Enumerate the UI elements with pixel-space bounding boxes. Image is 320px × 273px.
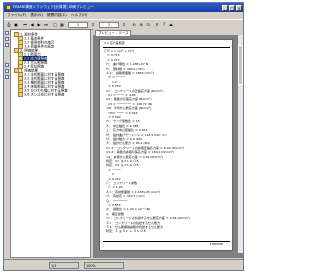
page-spin-icon[interactable]: ⇕ <box>90 22 96 28</box>
zoom-spin-icon[interactable]: ⇕ <box>121 22 127 28</box>
prev-page-icon[interactable]: ◀ <box>29 22 35 28</box>
select-all-icon[interactable] <box>5 43 9 47</box>
fit-page-icon[interactable]: ⊡ <box>145 22 151 28</box>
zoom-out-icon[interactable]: ⊖ <box>131 22 137 28</box>
status-bar: 1/1 100% <box>4 259 243 270</box>
last-page-icon[interactable]: ⏭ <box>43 22 49 28</box>
preview-pane: プレビュー - ソース 3.2 応力度照査 ＣＲ σ = √(σ² + 3τ²)… <box>93 29 243 258</box>
tree-node[interactable]: 3.6 ズレ止めに対する照査 <box>18 92 64 97</box>
menu-help[interactable]: ヘルプ(H) <box>71 13 87 17</box>
zoom-in-icon[interactable]: ⊕ <box>138 22 144 28</box>
minimize-button[interactable]: _ <box>222 4 228 11</box>
page-line: 判定：Ｓ ≦ Ｓｃ ＋ Ｓｓ ＯＫ <box>106 229 147 234</box>
menu-bar: ファイル(F) 表示(V) 帳票内容(C) ヘルプ(H) <box>4 12 243 19</box>
title-bar: FRAME構造ソフトウェア[計算書] 印刷プレビュー _ □ × <box>4 3 243 12</box>
page-header: 3.2 応力度照査 <box>104 41 125 45</box>
refresh-icon[interactable] <box>5 75 9 79</box>
next-page-icon[interactable]: ▶ <box>36 22 42 28</box>
exit-icon[interactable]: ⏏ <box>168 22 174 28</box>
maximize-button[interactable]: □ <box>229 4 235 11</box>
first-page-icon[interactable]: ⏮ <box>22 22 28 28</box>
header-rule <box>103 47 230 48</box>
page-footer: FORUM8 <box>210 242 223 246</box>
single-page-icon[interactable]: □ <box>52 22 58 28</box>
app-icon <box>6 5 11 10</box>
scroll-thumb[interactable] <box>238 45 243 85</box>
page-field[interactable]: 1 <box>68 21 88 28</box>
uncheck-icon[interactable] <box>5 69 9 73</box>
app-window: FRAME構造ソフトウェア[計算書] 印刷プレビュー _ □ × ファイル(F)… <box>3 2 244 271</box>
status-page: 1/1 <box>49 262 79 269</box>
print-icon[interactable]: ⎙ <box>6 22 12 28</box>
help-icon[interactable]: ? <box>161 22 167 28</box>
save-icon[interactable]: ▣ <box>13 22 19 28</box>
page-icon <box>18 92 23 97</box>
page-line: ＝ ───── <box>108 167 121 172</box>
document-page: 3.2 応力度照査 ＣＲ σ = √(σ² + 3τ²) ＝ 0.713 ＝ 0… <box>99 39 233 251</box>
check-icon[interactable] <box>5 63 9 67</box>
multi-page-icon[interactable]: ▦ <box>59 22 65 28</box>
preview-tabbar: プレビュー - ソース <box>93 29 243 37</box>
outline-tree: 1. 設計条件 1.1 基本条件 1.2 使用材料の諸元 1.3 荷重条件の設定… <box>10 29 91 258</box>
close-button[interactable]: × <box>236 4 242 11</box>
vertical-scrollbar[interactable] <box>238 35 243 253</box>
status-zoom: 100% <box>84 262 124 269</box>
collapse-icon[interactable] <box>5 37 9 41</box>
menu-view[interactable]: 表示(V) <box>30 13 42 17</box>
menu-content[interactable]: 帳票内容(C) <box>47 13 67 17</box>
menu-file[interactable]: ファイル(F) <box>7 13 26 17</box>
zoom-field[interactable]: 1 <box>99 21 119 28</box>
search-icon[interactable]: ⚲ <box>154 22 160 28</box>
window-title: FRAME構造ソフトウェア[計算書] 印刷プレビュー <box>13 5 94 9</box>
tab-preview[interactable]: プレビュー - ソース <box>95 29 132 37</box>
expand-icon[interactable] <box>5 31 9 35</box>
